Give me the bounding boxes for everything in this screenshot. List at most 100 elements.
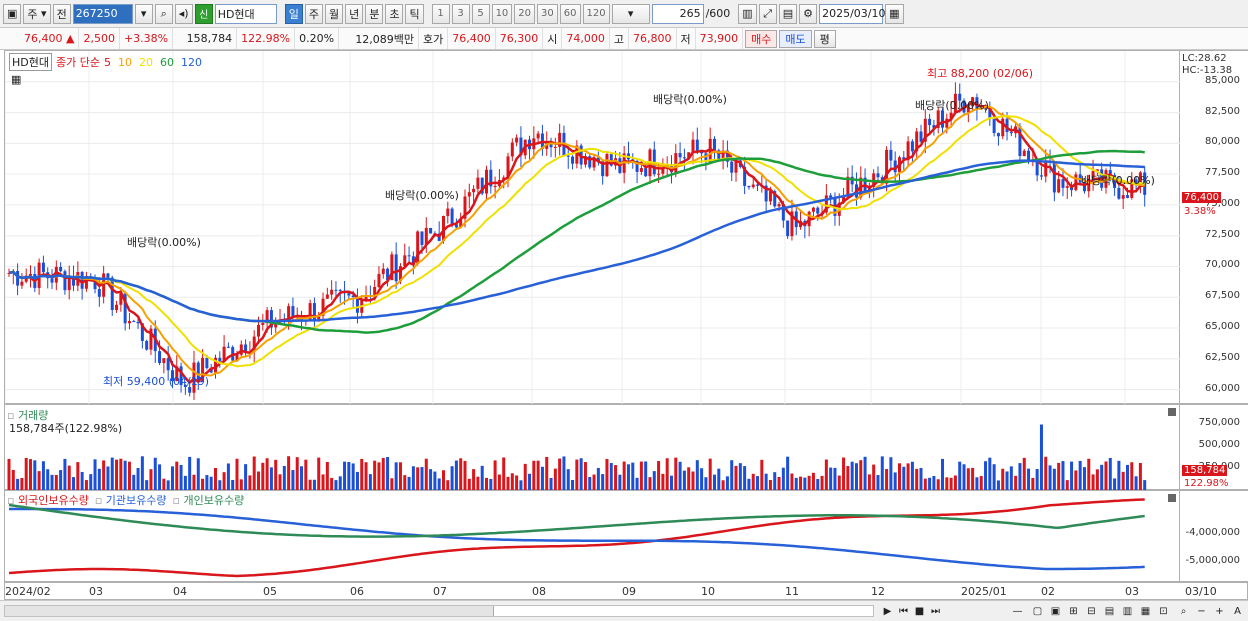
interval-20[interactable]: 20 [514,3,536,24]
volume-pane[interactable]: ▫ 거래량 158,784주(122.98%) [4,404,1180,491]
volume-bar [338,476,342,491]
layout1-icon[interactable]: ▢ [1030,604,1045,619]
timeframe-3[interactable]: 년 [345,3,364,24]
price-pane[interactable]: 최고 88,200 (02/06) 최저 59,400 (04/19) 배당락(0.… [4,50,1181,405]
volume-bar [407,476,411,491]
ma-legend-60[interactable]: 60 [160,56,174,69]
volume-bar [1108,457,1112,491]
stock-code-input[interactable]: 267250 [72,3,133,24]
rewind-icon[interactable]: ⏮ [896,604,911,619]
save-icon[interactable]: ▤ [778,3,798,24]
settings-icon[interactable]: ⊡ [1156,604,1171,619]
zoom-search-icon[interactable]: ⌕ [1176,604,1191,619]
buy-button[interactable]: 매수 [745,29,778,48]
layout2-icon[interactable]: ▣ [1048,604,1063,619]
holder-pane[interactable]: ▫ 외국인보유수량 ▫ 기관보유수량 ▫ 개인보유수량 [4,490,1180,582]
volume-pct-tag: 122.98% [1184,478,1229,489]
period-select[interactable]: 주 ▾ [23,3,51,24]
scroll-thumb[interactable] [493,606,873,616]
candle-body [493,186,497,188]
ma-legend-10[interactable]: 10 [118,56,132,69]
sound-icon[interactable]: ◂) [174,3,193,24]
ma-legend-5[interactable]: 5 [104,56,111,69]
volume-bar [454,460,458,491]
timeframe-4[interactable]: 분 [365,3,384,24]
interval-10[interactable]: 10 [491,3,513,24]
font-size-icon[interactable]: A [1230,604,1245,619]
volume-bar [291,470,295,491]
scroll-track[interactable] [4,605,874,617]
volume-bar [140,456,144,491]
forward-icon[interactable]: ⏭ [928,604,943,619]
window-icon[interactable]: ▣ [3,3,22,24]
chart-type-icon[interactable]: ▥ [738,3,757,24]
interval-3[interactable]: 3 [451,3,470,24]
layout7-icon[interactable]: ▦ [1138,604,1153,619]
period-label[interactable]: 전 [52,3,71,24]
layout5-icon[interactable]: ▤ [1102,604,1117,619]
price-tick: 77,500 [1205,167,1240,179]
grid-icon[interactable]: ▦ [11,73,21,86]
ma-legend-20[interactable]: 20 [139,56,153,69]
zoom-out-icon[interactable]: − [1194,604,1209,619]
timeframe-0[interactable]: 일 [284,3,303,24]
volume-bar [355,471,359,491]
volume-bar [33,460,37,491]
volume-pane-close-icon[interactable] [1168,408,1176,416]
timeframe-6[interactable]: 틱 [405,3,424,24]
holder-legend-1[interactable]: ▫ 기관보유수량 [95,492,167,508]
candle-body [786,220,790,237]
code-dropdown-icon[interactable]: ▾ [134,3,153,24]
volume-bar [97,468,101,491]
stop-icon[interactable]: ■ [912,604,927,619]
volume-bar [381,457,385,491]
interval-1[interactable]: 1 [431,3,450,24]
zoom-slider-icon[interactable]: — [1010,604,1025,619]
ma-legend-prefix: 종가 단순 [55,56,100,69]
range-input[interactable]: 265 [651,3,704,24]
holder-pane-close-icon[interactable] [1168,494,1176,502]
volume-bar [829,467,833,491]
flat-button[interactable]: 평 [813,29,836,48]
candle-body [1061,179,1065,188]
layout4-icon[interactable]: ⊟ [1084,604,1099,619]
price-tick: 82,500 [1205,105,1240,117]
x-tick: 05 [263,585,277,598]
layout3-icon[interactable]: ⊞ [1066,604,1081,619]
timeframe-2[interactable]: 월 [324,3,344,24]
holder-legend-0[interactable]: ▫ 외국인보유수량 [7,492,89,508]
ma-legend-120[interactable]: 120 [181,56,202,69]
holder-legend-2[interactable]: ▫ 개인보유수량 [173,492,245,508]
zoom-in-icon[interactable]: + [1212,604,1227,619]
interval-120[interactable]: 120 [582,3,610,24]
sell-button[interactable]: 매도 [779,29,812,48]
timeframe-5[interactable]: 초 [385,3,404,24]
scroll-right-icon[interactable]: ▶ [880,604,895,619]
volume-bar [480,465,484,491]
volume-bar [867,474,871,491]
gear-icon[interactable]: ⚙ [799,3,818,24]
calendar-icon[interactable]: ▦ [885,3,904,24]
interval-30[interactable]: 30 [537,3,558,24]
interval-60[interactable]: 60 [559,3,581,24]
sin-badge[interactable]: 신 [194,3,213,24]
candle-body [751,184,755,188]
search-icon[interactable]: ⌕ [154,3,173,24]
x-axis: 2024/02 03 04 05 06 07 08 09 10 11 12 2025/01 02 03 03… [4,582,1248,600]
draw-tool-icon[interactable]: ⤢ [758,3,777,24]
timeframe-1[interactable]: 주 [304,3,323,24]
volume-bar [347,462,351,491]
interval-5[interactable]: 5 [471,3,490,24]
layout6-icon[interactable]: ▥ [1120,604,1135,619]
volume-bar [532,460,536,491]
volume-bar [1001,468,1005,491]
volume-bar [756,476,760,491]
candle-body [1001,118,1005,137]
interval-custom-field[interactable]: ▾ [611,3,650,24]
stock-name-legend[interactable]: HD현대 [9,53,52,71]
volume-bar [626,464,630,491]
volume-bar [373,460,377,491]
candle-body [691,139,695,153]
date-input[interactable]: 2025/03/10 [819,3,886,24]
stock-name-field[interactable]: HD현대 [214,3,277,24]
